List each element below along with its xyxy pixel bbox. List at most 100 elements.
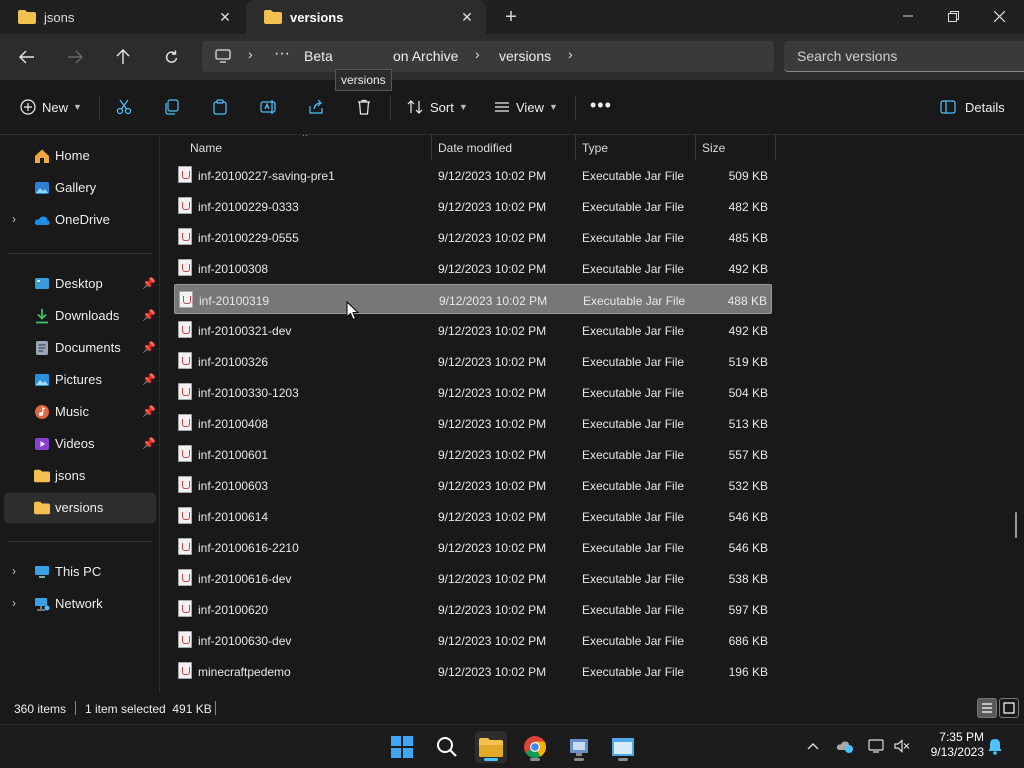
pin-icon[interactable]: 📌 — [142, 437, 156, 450]
file-type: Executable Jar File — [582, 479, 685, 493]
table-row[interactable]: inf-20100326 9/12/2023 10:02 PM Executable… — [174, 346, 772, 376]
table-row[interactable]: inf-20100616-2210 9/12/2023 10:02 PM Execu… — [174, 532, 772, 562]
new-button[interactable]: New ▼ — [20, 96, 82, 118]
tab-jsons[interactable]: jsons ✕ — [0, 0, 244, 34]
sidebar-item-versions[interactable]: versions — [4, 493, 156, 523]
show-hidden-icons-button[interactable] — [804, 737, 822, 755]
taskbar-file-explorer[interactable] — [475, 731, 507, 763]
sidebar-item-videos[interactable]: Videos 📌 — [4, 429, 156, 459]
table-row[interactable]: inf-20100229-0333 9/12/2023 10:02 PM Execu… — [174, 191, 772, 221]
table-row[interactable]: inf-20100603 9/12/2023 10:02 PM Executable… — [174, 470, 772, 500]
table-row[interactable]: inf-20100229-0555 9/12/2023 10:02 PM Execu… — [174, 222, 772, 252]
chevron-right-icon[interactable]: › — [12, 212, 16, 226]
sidebar-item-pictures[interactable]: Pictures 📌 — [4, 365, 156, 395]
view-button[interactable]: View ▼ — [494, 96, 558, 118]
more-path-icon[interactable]: ··· — [274, 45, 290, 63]
sidebar-item-label: Network — [55, 596, 103, 611]
sort-button[interactable]: Sort ▼ — [407, 96, 468, 118]
breadcrumb-item-archive[interactable]: on Archive — [393, 48, 458, 64]
start-button[interactable] — [386, 731, 418, 763]
pin-icon[interactable]: 📌 — [142, 341, 156, 354]
column-header-size[interactable]: Size — [696, 135, 776, 160]
restore-button[interactable] — [930, 0, 976, 32]
table-row[interactable]: minecraftpedemo 9/12/2023 10:02 PM Executa… — [174, 656, 772, 686]
back-button[interactable] — [13, 44, 41, 70]
pin-icon[interactable]: 📌 — [142, 405, 156, 418]
table-row[interactable]: inf-20100601 9/12/2023 10:02 PM Executable… — [174, 439, 772, 469]
pin-icon[interactable]: 📌 — [142, 277, 156, 290]
column-header-date[interactable]: Date modified — [432, 135, 576, 160]
table-row[interactable]: inf-20100408 9/12/2023 10:02 PM Executable… — [174, 408, 772, 438]
scrollbar-thumb[interactable] — [1015, 512, 1017, 538]
table-row[interactable]: inf-20100227-saving-pre1 9/12/2023 10:02 … — [174, 160, 772, 190]
new-tab-button[interactable]: + — [500, 6, 522, 28]
pin-icon[interactable]: 📌 — [142, 309, 156, 322]
breadcrumb-item-beta[interactable]: Beta — [304, 48, 333, 64]
table-row-selected[interactable]: inf-20100319 9/12/2023 10:02 PM Executable… — [174, 284, 772, 314]
sidebar-item-home[interactable]: Home — [4, 141, 156, 171]
paste-button[interactable] — [212, 96, 228, 118]
onedrive-tray-icon[interactable] — [836, 737, 854, 755]
table-row[interactable]: inf-20100614 9/12/2023 10:02 PM Executable… — [174, 501, 772, 531]
jar-file-icon — [178, 569, 192, 586]
close-tab-icon[interactable]: ✕ — [458, 8, 476, 26]
cloud-info-icon — [836, 741, 853, 753]
close-tab-icon[interactable]: ✕ — [216, 8, 234, 26]
taskbar-chrome[interactable] — [519, 731, 551, 763]
table-row[interactable]: inf-20100330-1203 9/12/2023 10:02 PM Execu… — [174, 377, 772, 407]
breadcrumb-tooltip: versions — [335, 69, 392, 91]
file-date: 9/12/2023 10:02 PM — [438, 169, 547, 183]
chevron-right-icon[interactable]: › — [12, 596, 16, 610]
taskbar-clock[interactable]: 7:35 PM 9/13/2023 — [918, 730, 984, 760]
more-options-button[interactable]: ••• — [590, 94, 612, 116]
file-name: inf-20100308 — [198, 262, 269, 276]
table-row[interactable]: inf-20100616-dev 9/12/2023 10:02 PM Execut… — [174, 563, 772, 593]
notifications-button[interactable] — [986, 737, 1004, 755]
breadcrumb[interactable]: › ··· Beta on Archive › versions › — [202, 41, 774, 72]
search-button[interactable] — [431, 731, 463, 763]
pin-icon[interactable]: 📌 — [142, 373, 156, 386]
minimize-button[interactable] — [885, 0, 931, 32]
details-button[interactable]: Details — [940, 96, 1005, 118]
sidebar-item-onedrive[interactable]: › OneDrive — [4, 205, 156, 235]
forward-button[interactable] — [61, 44, 89, 70]
table-row[interactable]: inf-20100321-dev 9/12/2023 10:02 PM Execut… — [174, 315, 772, 345]
table-row[interactable]: inf-20100630-dev 9/12/2023 10:02 PM Execut… — [174, 625, 772, 655]
taskbar-app-2[interactable] — [607, 731, 639, 763]
sidebar-item-jsons[interactable]: jsons — [4, 461, 156, 491]
search-input[interactable]: Search versions — [784, 41, 1024, 72]
column-header-name[interactable]: Name ^ — [184, 135, 432, 160]
details-view-toggle[interactable] — [977, 698, 997, 718]
taskbar-app[interactable] — [563, 731, 595, 763]
rename-button[interactable] — [260, 96, 277, 118]
divider — [390, 96, 391, 120]
share-button[interactable] — [308, 96, 324, 118]
table-row[interactable]: inf-20100620 9/12/2023 10:02 PM Executable… — [174, 594, 772, 624]
sidebar-item-network[interactable]: › Network — [4, 589, 156, 619]
delete-button[interactable] — [356, 96, 372, 118]
divider — [215, 701, 216, 715]
copy-button[interactable] — [164, 96, 180, 118]
sidebar-item-music[interactable]: Music 📌 — [4, 397, 156, 427]
sidebar-item-gallery[interactable]: Gallery — [4, 173, 156, 203]
cut-button[interactable] — [116, 96, 132, 118]
file-type: Executable Jar File — [582, 386, 685, 400]
up-button[interactable] — [109, 44, 137, 70]
sidebar-item-downloads[interactable]: Downloads 📌 — [4, 301, 156, 331]
tab-versions[interactable]: versions ✕ — [246, 0, 486, 34]
network-tray-icon[interactable] — [868, 737, 886, 755]
file-name: inf-20100319 — [199, 294, 270, 308]
sidebar-item-desktop[interactable]: Desktop 📌 — [4, 269, 156, 299]
up-arrow-icon — [116, 49, 130, 64]
refresh-button[interactable] — [157, 44, 185, 70]
chevron-right-icon[interactable]: › — [12, 564, 16, 578]
tiles-view-toggle[interactable] — [999, 698, 1019, 718]
close-window-button[interactable] — [976, 0, 1022, 32]
breadcrumb-item-versions[interactable]: versions — [499, 48, 551, 64]
sidebar-item-documents[interactable]: Documents 📌 — [4, 333, 156, 363]
column-header-type[interactable]: Type — [576, 135, 696, 160]
file-date: 9/12/2023 10:02 PM — [438, 200, 547, 214]
sidebar-item-this-pc[interactable]: › This PC — [4, 557, 156, 587]
table-row[interactable]: inf-20100308 9/12/2023 10:02 PM Executable… — [174, 253, 772, 283]
volume-tray-icon[interactable] — [893, 737, 911, 755]
